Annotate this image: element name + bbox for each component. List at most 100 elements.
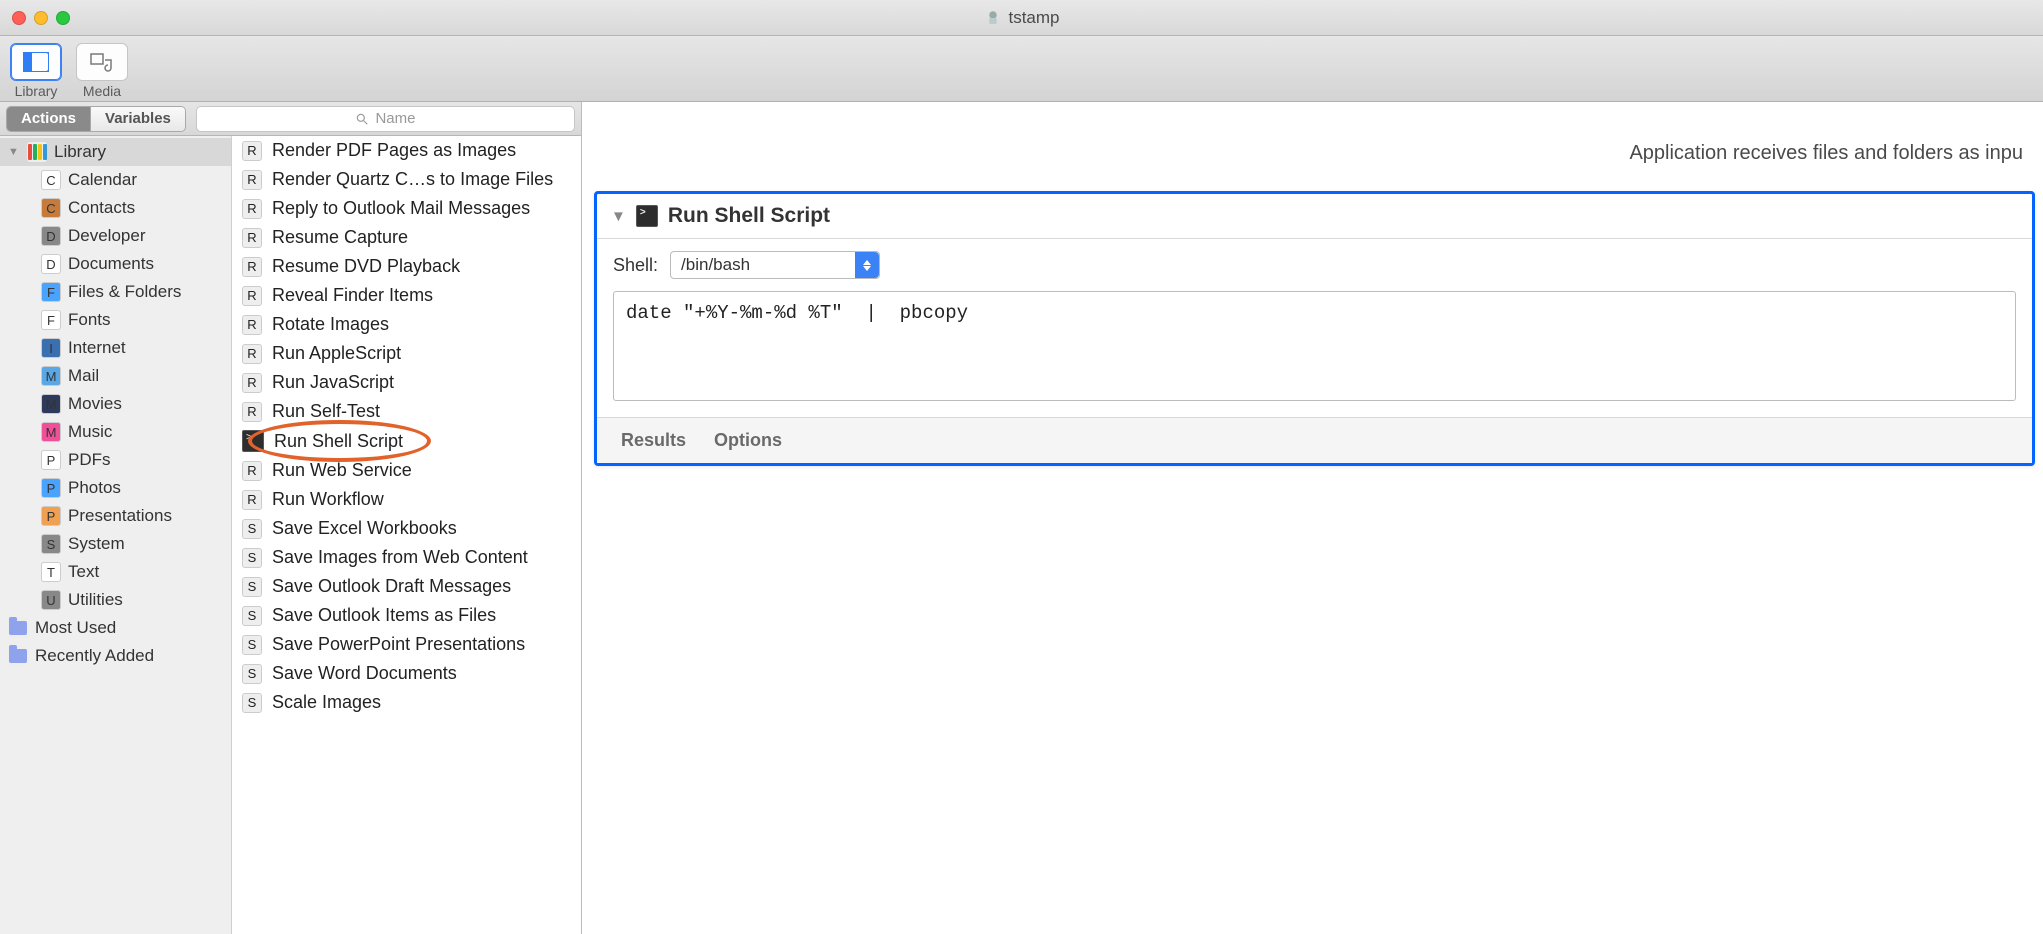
action-row[interactable]: R Render Quartz C…s to Image Files — [232, 165, 581, 194]
action-row[interactable]: R Resume DVD Playback — [232, 252, 581, 281]
segment-variables[interactable]: Variables — [90, 107, 185, 131]
action-label: Render Quartz C…s to Image Files — [272, 169, 553, 190]
folder-icon — [8, 646, 28, 666]
category-icon: U — [41, 590, 61, 610]
action-icon: R — [242, 461, 262, 481]
action-icon: R — [242, 286, 262, 306]
sidebar-item-label: Contacts — [68, 198, 135, 218]
category-icon: P — [41, 478, 61, 498]
action-label: Save Outlook Items as Files — [272, 605, 496, 626]
action-icon: R — [242, 402, 262, 422]
sidebar-item-label: Music — [68, 422, 112, 442]
library-button[interactable] — [10, 43, 62, 81]
sidebar-item[interactable]: S System — [0, 530, 231, 558]
action-label: Run AppleScript — [272, 343, 401, 364]
sidebar-item[interactable]: D Developer — [0, 222, 231, 250]
sidebar-item[interactable]: F Fonts — [0, 306, 231, 334]
action-row[interactable]: RRun Workflow — [232, 485, 581, 514]
action-row[interactable]: R Rotate Images — [232, 310, 581, 339]
disclosure-triangle-icon[interactable]: ▼ — [611, 208, 626, 225]
action-row[interactable]: S Save Images from Web Content — [232, 543, 581, 572]
action-row[interactable]: RRun AppleScript — [232, 339, 581, 368]
category-icon: M — [41, 422, 61, 442]
sidebar-most-used[interactable]: Most Used — [0, 614, 231, 642]
category-icon: P — [41, 506, 61, 526]
category-icon: T — [41, 562, 61, 582]
action-row[interactable]: SSave Outlook Items as Files — [232, 601, 581, 630]
action-label: Save Images from Web Content — [272, 547, 528, 568]
action-row[interactable]: SSave Outlook Draft Messages — [232, 572, 581, 601]
actions-list[interactable]: R Render PDF Pages as Images R Render Quart… — [232, 136, 581, 934]
search-input[interactable]: Name — [196, 106, 575, 132]
sidebar-item-label: Most Used — [35, 618, 116, 638]
automator-app-icon — [983, 9, 1001, 27]
sidebar-item-label: Internet — [68, 338, 126, 358]
action-row[interactable]: RRun JavaScript — [232, 368, 581, 397]
action-icon: S — [242, 548, 262, 568]
action-row[interactable]: RRun Web Service — [232, 456, 581, 485]
results-tab[interactable]: Results — [621, 430, 686, 451]
sidebar-item[interactable]: I Internet — [0, 334, 231, 362]
action-row[interactable]: SSave Excel Workbooks — [232, 514, 581, 543]
action-icon: R — [242, 257, 262, 277]
sidebar-item[interactable]: P Presentations — [0, 502, 231, 530]
action-label: Resume DVD Playback — [272, 256, 460, 277]
sidebar-item[interactable]: U Utilities — [0, 586, 231, 614]
shell-script-textarea[interactable]: date "+%Y-%m-%d %T" | pbcopy — [613, 291, 2016, 401]
category-icon: S — [41, 534, 61, 554]
sidebar-item[interactable]: D Documents — [0, 250, 231, 278]
segment-actions[interactable]: Actions — [7, 107, 90, 131]
actions-variables-segmented[interactable]: Actions Variables — [6, 106, 186, 132]
action-label: Run Workflow — [272, 489, 384, 510]
sidebar-item-label: Recently Added — [35, 646, 154, 666]
action-icon: R — [242, 141, 262, 161]
action-row[interactable]: RReply to Outlook Mail Messages — [232, 194, 581, 223]
action-title: Run Shell Script — [668, 204, 830, 228]
category-icon: P — [41, 450, 61, 470]
sidebar-item-label: Text — [68, 562, 99, 582]
sidebar-item[interactable]: M Mail — [0, 362, 231, 390]
action-label: Run JavaScript — [272, 372, 394, 393]
category-icon: M — [41, 394, 61, 414]
action-label: Rotate Images — [272, 314, 389, 335]
sidebar-item[interactable]: C Calendar — [0, 166, 231, 194]
search-placeholder: Name — [375, 110, 415, 127]
action-label: Render PDF Pages as Images — [272, 140, 516, 161]
sidebar-item[interactable]: M Music — [0, 418, 231, 446]
action-icon: R — [242, 199, 262, 219]
disclosure-triangle-icon[interactable]: ▼ — [8, 146, 20, 158]
minimize-window-button[interactable] — [34, 11, 48, 25]
sidebar-library-header[interactable]: ▼ Library — [0, 138, 231, 166]
action-icon: R — [242, 315, 262, 335]
run-shell-script-action: ▼ Run Shell Script Shell: /bin/bash date… — [594, 191, 2035, 466]
sidebar-item[interactable]: P PDFs — [0, 446, 231, 474]
sidebar-item[interactable]: M Movies — [0, 390, 231, 418]
sidebar-item[interactable]: F Files & Folders — [0, 278, 231, 306]
media-button[interactable] — [76, 43, 128, 81]
category-icon: F — [41, 282, 61, 302]
action-row[interactable]: RResume Capture — [232, 223, 581, 252]
action-row[interactable]: RReveal Finder Items — [232, 281, 581, 310]
sidebar-item[interactable]: C Contacts — [0, 194, 231, 222]
sidebar-item-label: Movies — [68, 394, 122, 414]
action-row[interactable]: RRun Self-Test — [232, 397, 581, 426]
action-row[interactable]: SScale Images — [232, 688, 581, 717]
titlebar: tstamp — [0, 0, 2043, 36]
shell-select[interactable]: /bin/bash — [670, 251, 880, 279]
action-row[interactable]: SSave Word Documents — [232, 659, 581, 688]
folder-icon — [8, 618, 28, 638]
action-label: Resume Capture — [272, 227, 408, 248]
zoom-window-button[interactable] — [56, 11, 70, 25]
options-tab[interactable]: Options — [714, 430, 782, 451]
sidebar-item-label: Documents — [68, 254, 154, 274]
sidebar-item[interactable]: T Text — [0, 558, 231, 586]
sidebar-recently-added[interactable]: Recently Added — [0, 642, 231, 670]
action-row[interactable]: SSave PowerPoint Presentations — [232, 630, 581, 659]
terminal-icon — [636, 205, 658, 227]
sidebar-item[interactable]: P Photos — [0, 474, 231, 502]
action-icon: R — [242, 170, 262, 190]
close-window-button[interactable] — [12, 11, 26, 25]
sidebar-item-label: Photos — [68, 478, 121, 498]
action-row[interactable]: R Render PDF Pages as Images — [232, 136, 581, 165]
action-row[interactable]: Run Shell Script — [232, 426, 581, 456]
